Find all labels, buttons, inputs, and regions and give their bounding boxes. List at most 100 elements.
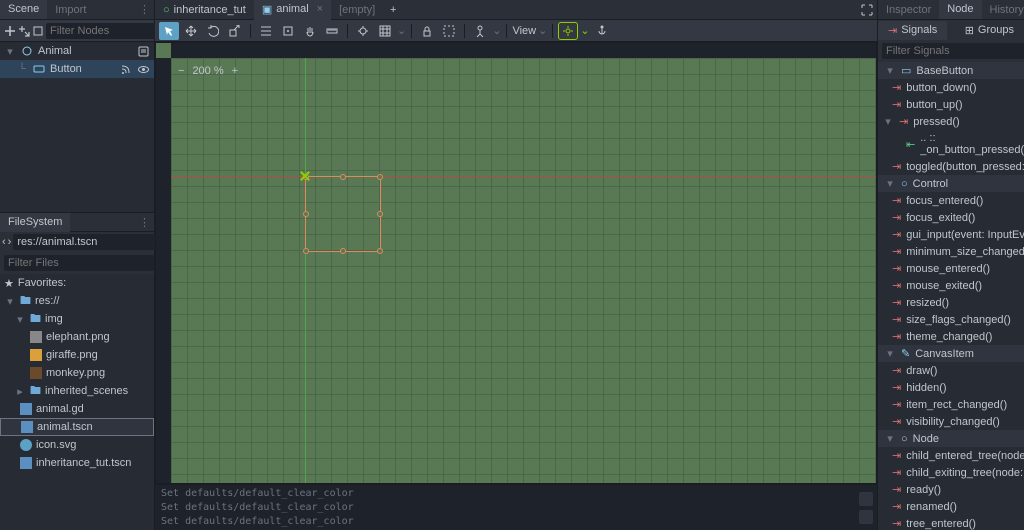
signal-item[interactable]: ⇥child_entered_tree(node: Node) xyxy=(878,447,1024,464)
tree-node-child[interactable]: └ Button xyxy=(0,60,154,78)
tab-filesystem[interactable]: FileSystem xyxy=(0,213,70,232)
group-icon[interactable] xyxy=(439,22,459,40)
anchor-preset-icon[interactable] xyxy=(558,22,578,40)
add-tab-icon[interactable]: + xyxy=(383,1,403,19)
tab-scene[interactable]: Scene xyxy=(0,0,47,19)
fs-filter-input[interactable] xyxy=(4,255,154,271)
signal-item[interactable]: ⇥button_down() xyxy=(878,79,1024,96)
resize-handle[interactable] xyxy=(377,248,383,254)
fs-file-selected[interactable]: animal.tscn xyxy=(0,418,154,436)
collapse-icon[interactable]: ▾ xyxy=(884,347,896,360)
expand-dock-icon[interactable] xyxy=(859,510,873,524)
signal-item[interactable]: ⇥tree_entered() xyxy=(878,515,1024,530)
resize-handle[interactable] xyxy=(303,211,309,217)
skeleton-icon[interactable] xyxy=(470,22,490,40)
signal-item[interactable]: ⇥item_rect_changed() xyxy=(878,396,1024,413)
signal-class-header[interactable]: ▾✎CanvasItem xyxy=(878,345,1024,362)
chevron-down-icon[interactable]: ⌄ xyxy=(580,24,589,37)
signals-filter-input[interactable] xyxy=(882,43,1024,59)
signal-item[interactable]: ⇥child_exiting_tree(node: Node) xyxy=(878,464,1024,481)
tab-history[interactable]: History xyxy=(982,1,1024,19)
zoom-out-icon[interactable]: − xyxy=(178,65,184,77)
signal-class-header[interactable]: ▾○Node xyxy=(878,430,1024,447)
fs-file[interactable]: elephant.png xyxy=(0,328,154,346)
lock-icon[interactable] xyxy=(417,22,437,40)
tab-inspector[interactable]: Inspector xyxy=(878,1,939,19)
pan-mode-icon[interactable] xyxy=(300,22,320,40)
nav-fwd-icon[interactable]: › xyxy=(8,233,12,251)
fs-folder[interactable]: ▸🖿inherited_scenes xyxy=(0,382,154,400)
skeleton-options-icon[interactable]: ⌄ xyxy=(492,24,501,37)
signal-item[interactable]: ⇥focus_entered() xyxy=(878,192,1024,209)
scene-tab[interactable]: ○inheritance_tut xyxy=(155,1,254,19)
resize-handle[interactable] xyxy=(303,248,309,254)
fs-file[interactable]: animal.gd xyxy=(0,400,154,418)
signal-item[interactable]: ⇥mouse_exited() xyxy=(878,277,1024,294)
fs-file[interactable]: giraffe.png xyxy=(0,346,154,364)
scale-mode-icon[interactable] xyxy=(225,22,245,40)
signal-item[interactable]: ⇥hidden() xyxy=(878,379,1024,396)
smart-snap-icon[interactable] xyxy=(353,22,373,40)
add-node-button[interactable] xyxy=(4,22,16,40)
fs-file[interactable]: inheritance_tut.tscn xyxy=(0,454,154,472)
signal-item[interactable]: ⇥theme_changed() xyxy=(878,328,1024,345)
attach-script-button[interactable] xyxy=(32,22,44,40)
ruler-mode-icon[interactable] xyxy=(322,22,342,40)
signal-item[interactable]: ⇥mouse_entered() xyxy=(878,260,1024,277)
signal-connected-icon[interactable] xyxy=(118,62,132,76)
signal-item[interactable]: ⇥button_up() xyxy=(878,96,1024,113)
signal-connection[interactable]: ⇤.. :: _on_button_pressed() xyxy=(878,130,1024,158)
collapse-icon[interactable]: ▾ xyxy=(884,432,896,445)
lock-dock-icon[interactable] xyxy=(859,492,873,506)
list-select-icon[interactable] xyxy=(256,22,276,40)
chevron-down-icon[interactable]: ⌄ xyxy=(538,24,547,37)
resize-handle[interactable] xyxy=(377,174,383,180)
signal-item[interactable]: ⇥toggled(button_pressed: bool) xyxy=(878,158,1024,175)
collapse-icon[interactable]: ▾ xyxy=(884,64,896,77)
signal-item[interactable]: ⇥gui_input(event: InputEvent) xyxy=(878,226,1024,243)
view-menu[interactable]: View xyxy=(512,25,536,37)
scene-tab[interactable]: [empty] xyxy=(331,1,383,19)
signal-item[interactable]: ⇥visibility_changed() xyxy=(878,413,1024,430)
path-input[interactable] xyxy=(13,234,163,250)
visibility-icon[interactable] xyxy=(136,62,150,76)
signal-item[interactable]: ⇥size_flags_changed() xyxy=(878,311,1024,328)
collapse-icon[interactable]: ▾ xyxy=(4,45,16,58)
signal-item[interactable]: ⇥resized() xyxy=(878,294,1024,311)
resize-handle[interactable] xyxy=(377,211,383,217)
signal-class-header[interactable]: ▾▭BaseButton xyxy=(878,62,1024,79)
signal-item[interactable]: ▾⇥pressed() xyxy=(878,113,1024,130)
favorites-header[interactable]: ★Favorites: xyxy=(0,274,154,292)
subtab-groups[interactable]: ⊞Groups xyxy=(955,21,1024,40)
signal-item[interactable]: ⇥renamed() xyxy=(878,498,1024,515)
signal-class-header[interactable]: ▾○Control xyxy=(878,175,1024,192)
scene-tab-active[interactable]: ▣animal× xyxy=(254,0,331,20)
resize-handle[interactable] xyxy=(340,248,346,254)
fs-folder[interactable]: ▾🖿img xyxy=(0,310,154,328)
tree-node-root[interactable]: ▾ Animal xyxy=(0,42,154,60)
resize-handle[interactable] xyxy=(340,174,346,180)
collapse-icon[interactable]: ▾ xyxy=(882,115,894,128)
snap-options-icon[interactable]: ⌄ xyxy=(397,24,406,37)
move-mode-icon[interactable] xyxy=(181,22,201,40)
fs-panel-menu-icon[interactable]: ⋮ xyxy=(135,216,154,229)
scene-panel-menu-icon[interactable]: ⋮ xyxy=(135,3,154,16)
zoom-in-icon[interactable]: + xyxy=(232,65,238,77)
fs-file[interactable]: icon.svg xyxy=(0,436,154,454)
pivot-mode-icon[interactable] xyxy=(278,22,298,40)
anchor-tool-icon[interactable] xyxy=(592,22,612,40)
signal-item[interactable]: ⇥ready() xyxy=(878,481,1024,498)
nav-back-icon[interactable]: ‹ xyxy=(2,233,6,251)
tab-import[interactable]: Import xyxy=(47,1,94,19)
distraction-free-icon[interactable] xyxy=(857,1,877,19)
rotate-mode-icon[interactable] xyxy=(203,22,223,40)
zoom-value[interactable]: 200 % xyxy=(192,65,223,77)
subtab-signals[interactable]: ⇥Signals xyxy=(878,21,947,40)
select-mode-icon[interactable] xyxy=(159,22,179,40)
signal-item[interactable]: ⇥minimum_size_changed() xyxy=(878,243,1024,260)
tab-node[interactable]: Node xyxy=(939,0,981,19)
grid-snap-icon[interactable] xyxy=(375,22,395,40)
selection-rect[interactable] xyxy=(305,176,381,252)
signal-item[interactable]: ⇥draw() xyxy=(878,362,1024,379)
collapse-icon[interactable]: ▾ xyxy=(884,177,896,190)
